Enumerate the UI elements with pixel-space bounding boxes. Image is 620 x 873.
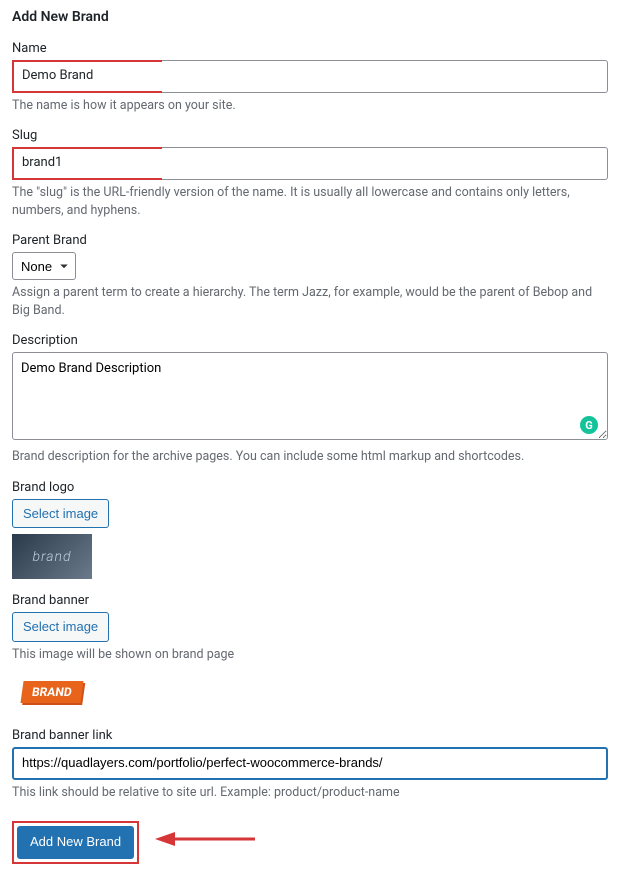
description-field: Description Demo Brand Description G Bra… — [12, 333, 608, 466]
description-textarea[interactable]: Demo Brand Description — [12, 352, 608, 440]
slug-field: Slug brand1 The "slug" is the URL-friend… — [12, 128, 608, 219]
slug-input[interactable]: brand1 — [12, 147, 162, 180]
description-help: Brand description for the archive pages.… — [12, 448, 608, 466]
name-label: Name — [12, 41, 608, 56]
banner-help: This image will be shown on brand page — [12, 646, 608, 664]
banner-label: Brand banner — [12, 593, 608, 608]
banner-link-field: Brand banner link This link should be re… — [12, 728, 608, 801]
parent-select[interactable]: None — [12, 252, 76, 280]
name-input-rest[interactable] — [162, 60, 608, 93]
name-help: The name is how it appears on your site. — [12, 97, 608, 115]
banner-preview[interactable]: BRAND — [12, 669, 92, 714]
logo-preview[interactable]: brand — [12, 534, 92, 579]
parent-label: Parent Brand — [12, 233, 608, 248]
select-banner-button[interactable]: Select image — [12, 612, 109, 642]
banner-link-label: Brand banner link — [12, 728, 608, 743]
slug-help: The "slug" is the URL-friendly version o… — [12, 184, 608, 219]
slug-input-rest[interactable] — [162, 147, 608, 180]
banner-link-help: This link should be relative to site url… — [12, 784, 608, 802]
name-input[interactable]: Demo Brand — [12, 60, 162, 93]
parent-field: Parent Brand None Assign a parent term t… — [12, 233, 608, 319]
slug-label: Slug — [12, 128, 608, 143]
logo-label: Brand logo — [12, 480, 608, 495]
select-logo-button[interactable]: Select image — [12, 499, 109, 529]
description-label: Description — [12, 333, 608, 348]
banner-badge-text: BRAND — [21, 681, 84, 703]
annotation-arrow-icon — [155, 827, 255, 851]
logo-field: Brand logo Select image brand — [12, 480, 608, 580]
add-new-brand-button[interactable]: Add New Brand — [17, 826, 134, 858]
parent-help: Assign a parent term to create a hierarc… — [12, 284, 608, 319]
banner-field: Brand banner Select image This image wil… — [12, 593, 608, 714]
name-field: Name Demo Brand The name is how it appea… — [12, 41, 608, 114]
submit-highlight: Add New Brand — [12, 821, 139, 863]
banner-link-input[interactable] — [12, 747, 608, 780]
page-title: Add New Brand — [12, 9, 608, 25]
